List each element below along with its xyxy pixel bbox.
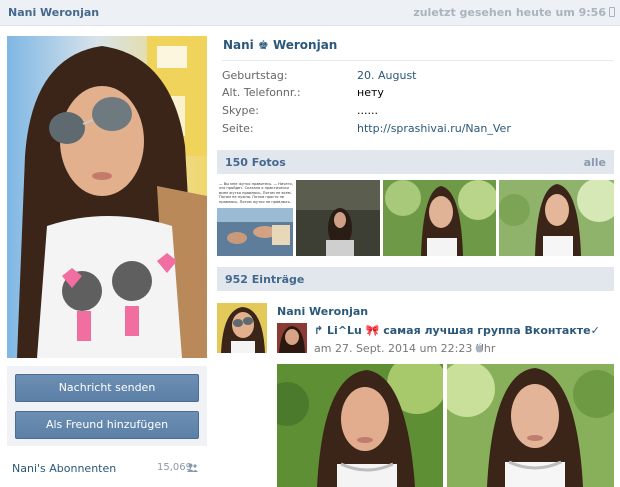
website-link[interactable]: http://sprashivai.ru/Nan_Ver [357, 122, 511, 135]
subscribers-link[interactable]: Nani's Abonnenten [12, 462, 116, 475]
photos-header[interactable]: 150 Fotos alle [217, 150, 614, 174]
post-image-2[interactable] [447, 364, 614, 487]
profile-name: Nani ♚ Weronjan [223, 38, 338, 52]
crown-icon: ♚ [257, 38, 269, 52]
post-image-1[interactable] [277, 364, 443, 487]
info-birthday: Geburtstag: 20. August [222, 69, 417, 82]
photo-thumb-4[interactable] [499, 180, 614, 256]
top-bar: Nani Weronjan zuletzt gesehen heute um 9… [0, 0, 620, 26]
photo-thumb-3[interactable] [383, 180, 496, 256]
post-date[interactable]: am 27. Sept. 2014 um 22:23 Uhr [314, 342, 495, 355]
photos-count[interactable]: 150 Fotos [225, 156, 286, 169]
wall-count[interactable]: 952 Einträge [225, 273, 304, 286]
profile-avatar[interactable] [7, 36, 207, 358]
add-friend-button[interactable]: Als Freund hinzufügen [15, 411, 199, 439]
send-message-button[interactable]: Nachricht senden [15, 374, 199, 402]
repost-group-name[interactable]: ↱ Li^Lu 🎀 самая лучшая группа Вконтакте✓ [314, 324, 600, 337]
info-alt-phone: Alt. Telefonnr.: нету [222, 86, 384, 99]
post-author-avatar[interactable] [217, 303, 267, 353]
people-icon [187, 463, 198, 472]
info-skype: Skype: ...... [222, 104, 378, 117]
post-author-name[interactable]: Nani Weronjan [277, 305, 368, 318]
photo-thumb-2[interactable] [296, 180, 380, 256]
info-website: Seite: http://sprashivai.ru/Nan_Ver [222, 122, 511, 135]
photo-thumb-1[interactable]: — Вы мне жутко нравитесь. — Ничего, это … [217, 180, 293, 256]
repost-group-avatar[interactable] [277, 323, 307, 353]
photos-all-link[interactable]: alle [584, 156, 606, 169]
wall-header[interactable]: 952 Einträge [217, 267, 614, 291]
apple-icon [475, 343, 483, 353]
birthday-value[interactable]: 20. August [357, 69, 417, 82]
divider [222, 60, 614, 61]
header-name[interactable]: Nani Weronjan [8, 6, 99, 19]
mobile-icon [609, 7, 615, 17]
last-seen-status: zuletzt gesehen heute um 9:56 [413, 6, 606, 19]
